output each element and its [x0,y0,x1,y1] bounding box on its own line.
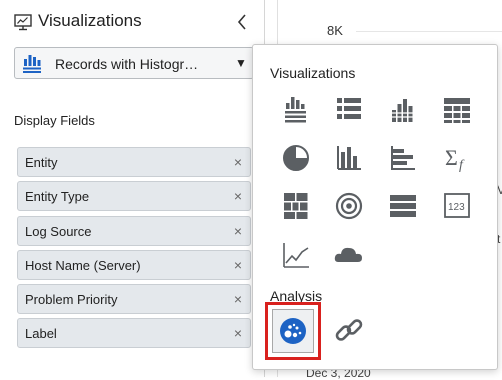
table-grid-icon[interactable] [437,90,477,130]
pie-chart-icon[interactable] [276,138,316,178]
close-icon[interactable]: × [234,257,242,273]
field-chip-log-source[interactable]: Log Source × [17,216,251,246]
line-chart-icon[interactable] [276,235,316,275]
panel-title: Visualizations [38,11,142,30]
svg-text:123: 123 [448,202,465,213]
visualizations-panel: Visualizations Records with Histogr… ▼ D… [0,0,264,377]
records-histogram-icon[interactable] [276,90,316,130]
field-label: Label [25,326,57,341]
cluster-icon[interactable] [272,309,314,353]
sunburst-icon[interactable] [329,186,369,226]
field-label: Entity Type [25,189,90,204]
selected-outline [265,302,321,360]
monitor-chart-icon [14,14,32,31]
link-icon[interactable] [329,311,369,351]
visualization-selector[interactable]: Records with Histogr… ▼ [14,47,254,79]
horizontal-bar-chart-icon[interactable] [383,138,423,178]
field-chip-entity-type[interactable]: Entity Type × [17,181,251,211]
field-label: Problem Priority [25,292,118,307]
distinct-list-icon[interactable] [383,186,423,226]
treemap-icon[interactable] [276,186,316,226]
field-chip-problem-priority[interactable]: Problem Priority × [17,284,251,314]
field-label: Host Name (Server) [25,258,141,273]
panel-header: Visualizations [0,0,264,44]
svg-text:Σ: Σ [445,145,458,170]
visualizations-heading: Visualizations [270,65,356,81]
field-chip-label[interactable]: Label × [17,318,251,348]
close-icon[interactable]: × [234,188,242,204]
field-chip-host-name[interactable]: Host Name (Server) × [17,250,251,280]
word-cloud-icon[interactable] [329,235,369,275]
close-icon[interactable]: × [234,291,242,307]
gridline [356,31,502,32]
field-label: Log Source [25,224,92,239]
records-histogram-icon [22,54,42,74]
display-fields-label: Display Fields [14,113,95,128]
close-icon[interactable]: × [234,325,242,341]
histogram-icon[interactable] [383,90,423,130]
chevron-left-icon[interactable] [234,12,250,32]
svg-text:f: f [459,158,465,173]
bar-chart-icon[interactable] [329,138,369,178]
records-table-icon[interactable] [329,90,369,130]
y-axis-tick-label: 8K [327,23,343,38]
close-icon[interactable]: × [234,154,242,170]
field-chip-entity[interactable]: Entity × [17,147,251,177]
visualization-picker-popup: Visualizations Σ f 123 Analysis [252,44,498,370]
field-label: Entity [25,155,58,170]
visualization-selector-value: Records with Histogr… [55,56,199,72]
caret-down-icon: ▼ [235,56,247,70]
close-icon[interactable]: × [234,223,242,239]
summary-table-sigma-icon[interactable]: Σ f [437,138,477,178]
tile-123-icon[interactable]: 123 [437,186,477,226]
